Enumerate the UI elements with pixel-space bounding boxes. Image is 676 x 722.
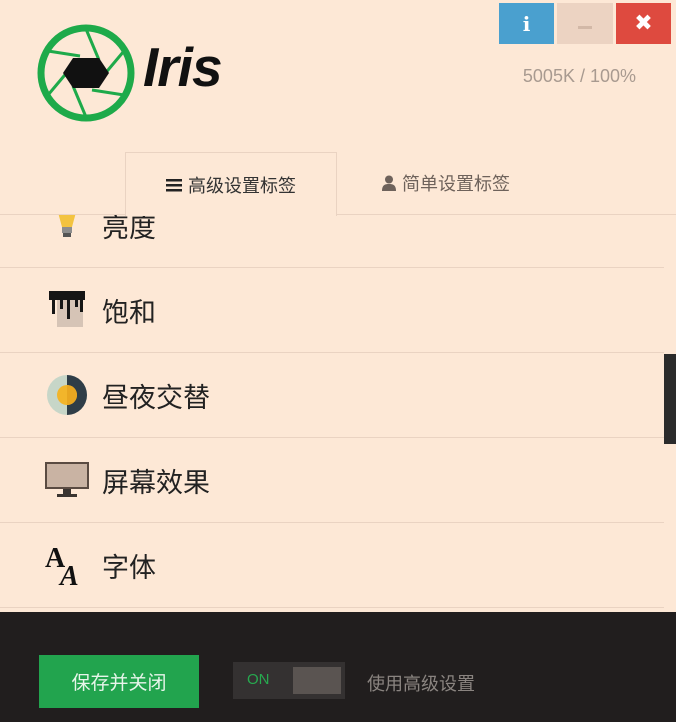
brand-name: Iris: [143, 36, 223, 98]
status-readout: 5005K / 100%: [522, 66, 636, 86]
minimize-button[interactable]: [557, 3, 613, 44]
day-night-label: 昼夜交替: [102, 382, 210, 414]
save-and-close-button[interactable]: 保存并关闭: [39, 655, 199, 708]
tab-advanced-label: 高级设置标签: [188, 175, 296, 197]
info-button[interactable]: i: [499, 3, 554, 44]
toggle-state-label: ON: [247, 671, 270, 688]
svg-text:A: A: [58, 561, 79, 587]
screen-effects-label: 屏幕效果: [102, 467, 210, 499]
close-button[interactable]: ✖: [616, 3, 671, 44]
monitor-icon: [45, 458, 89, 502]
tab-advanced-settings[interactable]: 高级设置标签: [125, 152, 337, 216]
close-icon: ✖: [634, 11, 653, 36]
toggle-knob: [293, 667, 341, 694]
list-item-brightness[interactable]: 亮度: [0, 215, 664, 268]
footer-bar: 保存并关闭 ON 使用高级设置: [0, 612, 676, 722]
minimize-icon: [578, 26, 592, 29]
advanced-settings-label: 使用高级设置: [367, 674, 475, 695]
list-item-saturation[interactable]: 饱和: [0, 268, 664, 353]
settings-list: 亮度 饱和 昼夜交替 屏幕效果 A A 字体: [0, 215, 664, 612]
list-item-day-night[interactable]: 昼夜交替: [0, 353, 664, 438]
brightness-label: 亮度: [102, 215, 156, 244]
list-item-screen-effects[interactable]: 屏幕效果: [0, 438, 664, 523]
tab-simple-settings[interactable]: 简单设置标签: [336, 152, 556, 214]
iris-logo-icon: [37, 24, 135, 122]
iris-window: i ✖ Iris 5005K / 100% 高级设置标签 简单设置标签 亮度 饱…: [0, 0, 676, 722]
saturation-label: 饱和: [102, 297, 156, 329]
advanced-settings-toggle[interactable]: ON: [233, 662, 345, 699]
font-icon: A A: [45, 543, 89, 587]
bulb-icon: [45, 215, 89, 247]
font-label: 字体: [102, 552, 156, 584]
scrollbar-thumb[interactable]: [664, 354, 676, 444]
paint-icon: [45, 288, 89, 332]
info-icon: i: [522, 11, 531, 36]
user-icon: [382, 175, 396, 191]
day-night-icon: [45, 373, 89, 417]
tab-simple-label: 简单设置标签: [402, 174, 510, 195]
menu-icon: [166, 178, 182, 192]
list-item-font[interactable]: A A 字体: [0, 523, 664, 608]
